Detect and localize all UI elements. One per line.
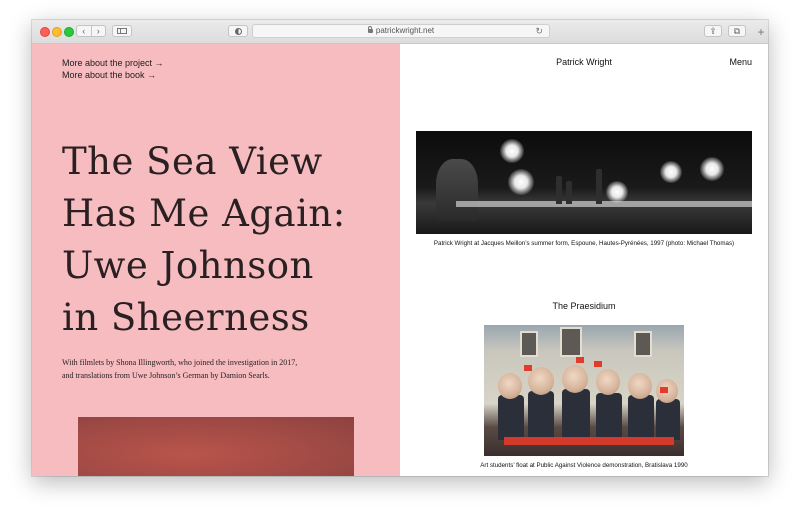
photo-flag xyxy=(660,387,668,393)
photo-bottle xyxy=(566,181,572,204)
subtitle-line: With filmlets by Shona Illingworth, who … xyxy=(62,358,298,367)
web-page: More about the project → More about the … xyxy=(32,44,768,476)
photo-caption: Patrick Wright at Jacques Meillon’s summ… xyxy=(433,240,735,247)
photo-flag xyxy=(594,361,602,367)
photo-figure xyxy=(656,399,680,440)
photo-window xyxy=(560,327,582,357)
more-about-project-link[interactable]: More about the project → xyxy=(62,58,164,68)
share-button[interactable]: ⇪ xyxy=(704,25,722,37)
close-window-button[interactable] xyxy=(40,27,50,37)
title-line: The Sea View xyxy=(62,140,323,183)
minimize-window-button[interactable] xyxy=(52,27,62,37)
photo-table xyxy=(456,201,752,207)
photo-praesidium xyxy=(484,325,684,456)
privacy-report-button[interactable] xyxy=(228,25,248,37)
photo-figure xyxy=(596,393,622,440)
nav-buttons: ‹ › xyxy=(76,25,106,37)
site-title[interactable]: Patrick Wright xyxy=(400,57,768,67)
subtitle: With filmlets by Shona Illingworth, who … xyxy=(62,356,362,382)
photo-figure xyxy=(436,159,478,221)
photo-lamp xyxy=(700,157,724,181)
url-text: patrickwright.net xyxy=(375,26,435,35)
address-bar[interactable]: patrickwright.net ↻ xyxy=(252,24,550,38)
photo-figure xyxy=(498,395,524,440)
photo-window xyxy=(634,331,652,357)
photo-window xyxy=(520,331,538,357)
menu-button[interactable]: Menu xyxy=(729,57,752,67)
browser-toolbar: ‹ › patrickwright.net ↻ ⇪ ⧉ + xyxy=(32,20,768,44)
photo-puppet-head xyxy=(628,373,652,399)
section-heading[interactable]: The Praesidium xyxy=(400,301,768,311)
forward-button[interactable]: › xyxy=(92,26,106,36)
photo-flag xyxy=(524,365,532,371)
photo-bottle xyxy=(556,176,562,204)
photo-lamp xyxy=(508,169,534,195)
new-tab-button[interactable]: + xyxy=(754,24,768,40)
browser-window: ‹ › patrickwright.net ↻ ⇪ ⧉ + More about… xyxy=(32,20,768,476)
photo-patrick-wright xyxy=(416,131,752,234)
lock-icon xyxy=(367,26,373,33)
photo-puppet-head xyxy=(562,365,588,393)
title-line: in Sheerness xyxy=(62,296,310,339)
right-panel: Patrick Wright Menu Patrick Wright at Ja… xyxy=(400,44,768,476)
hero-image xyxy=(78,417,354,476)
sidebar-toggle-button[interactable] xyxy=(112,25,132,37)
photo-puppet-head xyxy=(596,369,620,395)
shield-icon xyxy=(234,27,242,35)
reload-icon[interactable]: ↻ xyxy=(535,25,543,37)
photo-banner xyxy=(504,437,674,445)
photo-caption: Art students’ float at Public Against Vi… xyxy=(480,462,688,469)
back-button[interactable]: ‹ xyxy=(77,26,92,36)
photo-lamp xyxy=(500,139,524,163)
subtitle-line: and translations from Uwe Johnson’s Germ… xyxy=(62,371,270,380)
photo-lamp xyxy=(660,161,682,183)
photo-figure xyxy=(562,389,590,440)
show-tabs-button[interactable]: ⧉ xyxy=(728,25,746,37)
photo-bottle xyxy=(596,169,602,204)
title-line: Uwe Johnson xyxy=(62,244,314,287)
zoom-window-button[interactable] xyxy=(64,27,74,37)
photo-lamp xyxy=(606,181,628,203)
photo-figure xyxy=(628,395,654,440)
more-about-book-link[interactable]: More about the book → xyxy=(62,70,156,80)
page-title: The Sea View Has Me Again: Uwe Johnson i… xyxy=(62,136,392,344)
photo-puppet-head xyxy=(498,373,522,399)
sidebar-icon xyxy=(117,28,127,34)
photo-flag xyxy=(576,357,584,363)
photo-figure xyxy=(528,391,554,440)
photo-puppet-head xyxy=(528,367,554,395)
left-panel: More about the project → More about the … xyxy=(32,44,400,476)
title-line: Has Me Again: xyxy=(62,192,346,235)
